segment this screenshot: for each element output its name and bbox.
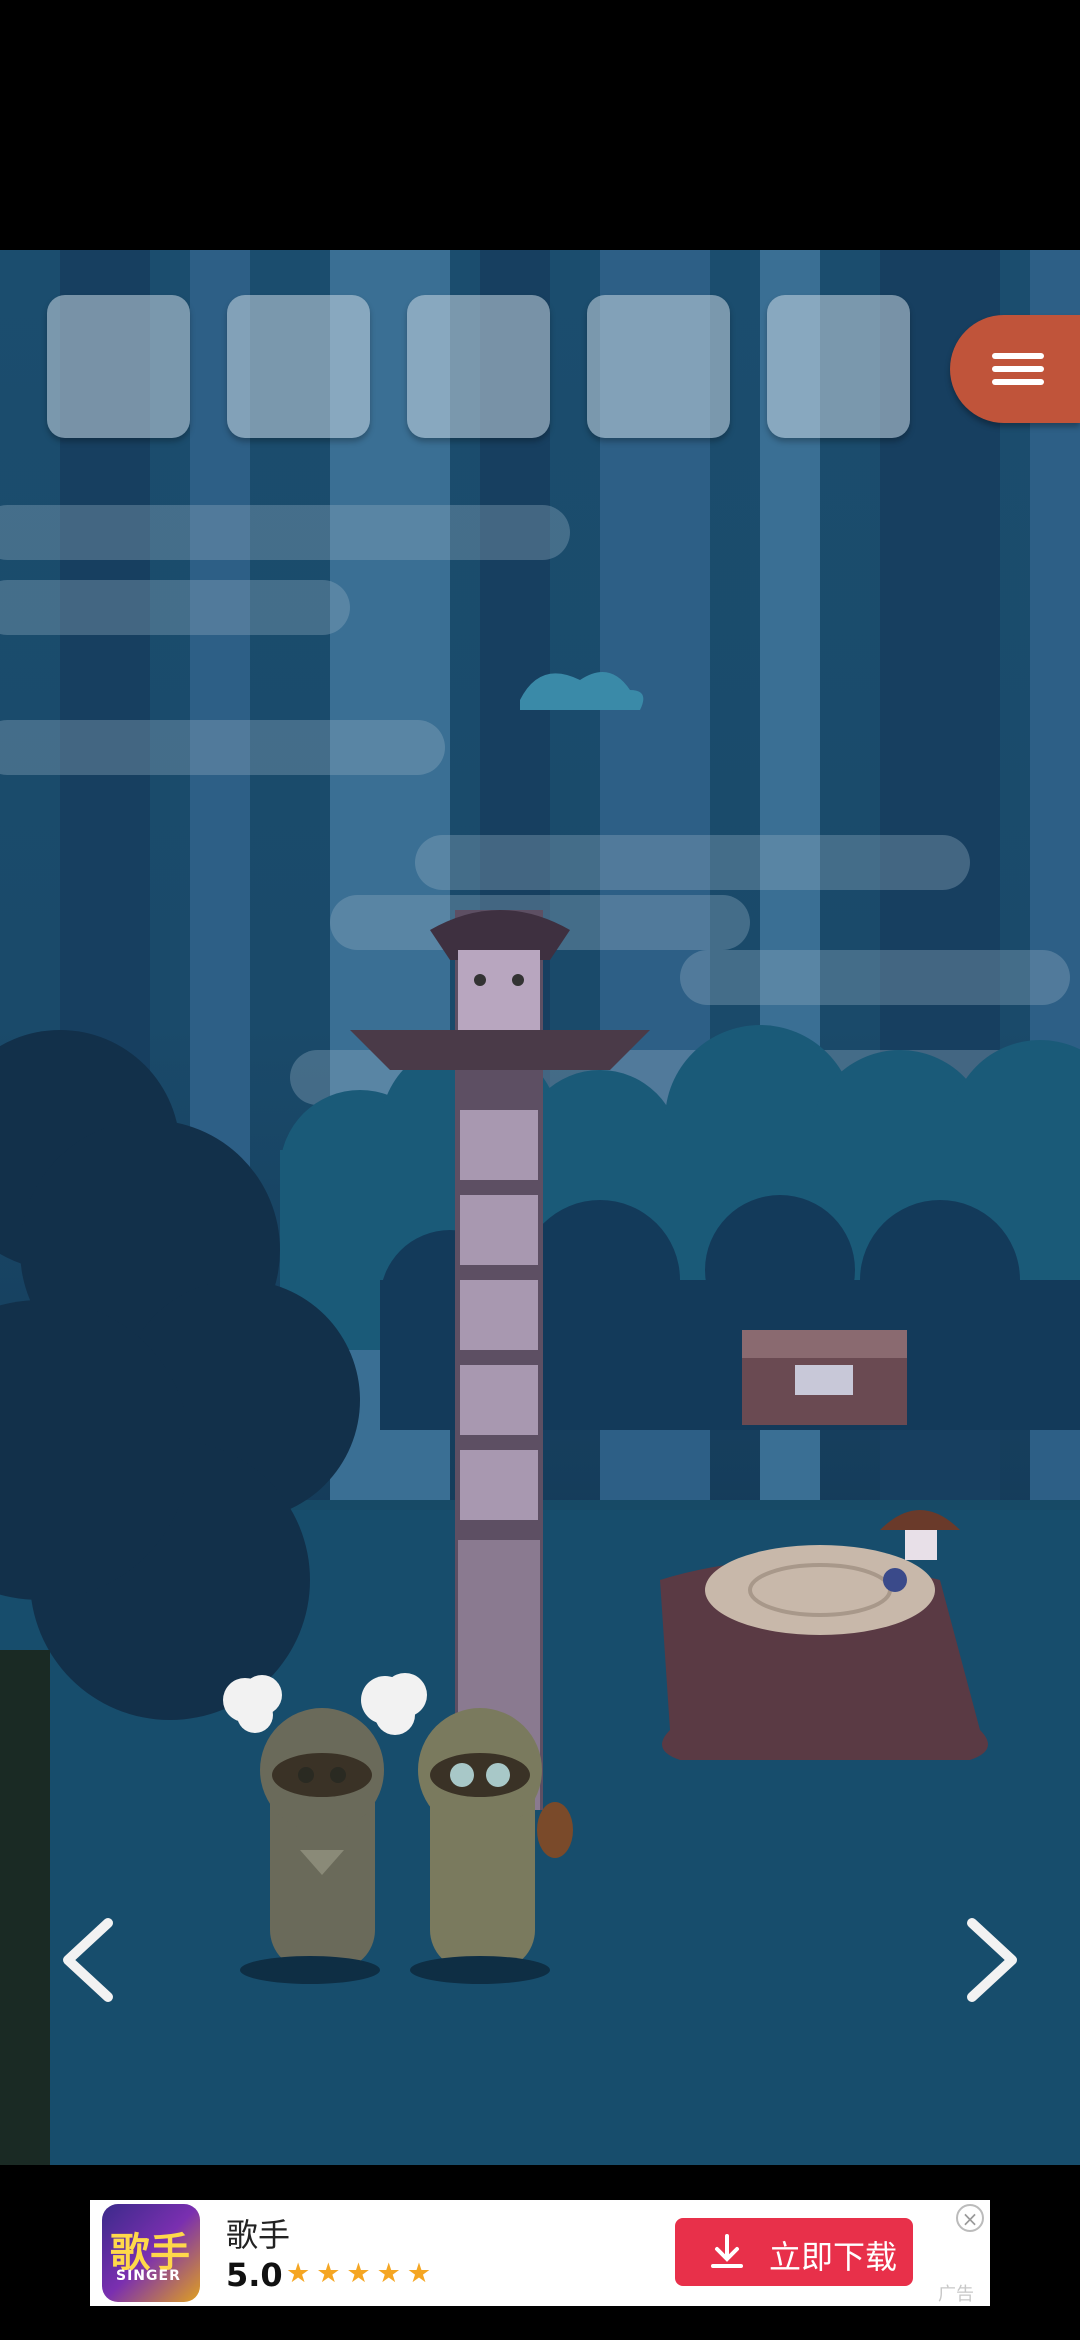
inventory-slot-3[interactable]: [407, 295, 550, 438]
close-icon[interactable]: ×: [956, 2204, 984, 2232]
chevron-left-icon: [63, 1918, 113, 2002]
raccoon-right: [418, 1708, 542, 1970]
cloud: [520, 672, 644, 710]
inventory-slot-5[interactable]: [767, 295, 910, 438]
ad-download-button[interactable]: 立即下载: [675, 2218, 913, 2286]
next-scene-button[interactable]: [950, 1915, 1030, 2005]
ad-app-icon[interactable]: 歌手 SINGER: [102, 2204, 200, 2302]
ad-star-rating: ★★★★★: [286, 2258, 438, 2289]
ad-badge: 广告: [938, 2284, 974, 2305]
prev-scene-button[interactable]: [50, 1915, 130, 2005]
raccoon-left: [260, 1708, 384, 1970]
beetle: [537, 1802, 573, 1858]
ad-download-label: 立即下载: [769, 2238, 898, 2276]
scene-art: [0, 672, 1080, 2165]
ad-rating: 5.0: [226, 2256, 283, 2294]
chevron-right-icon: [967, 1918, 1017, 2002]
ad-icon-subtext: SINGER: [116, 2268, 181, 2284]
inventory-slot-4[interactable]: [587, 295, 730, 438]
inventory-slot-2[interactable]: [227, 295, 370, 438]
download-icon: [711, 2234, 743, 2268]
inventory-slot-1[interactable]: [47, 295, 190, 438]
menu-button[interactable]: [950, 315, 1080, 423]
treasure-chest: [742, 1330, 907, 1425]
ad-app-name: 歌手: [226, 2216, 291, 2254]
ad-banner[interactable]: 歌手 SINGER 歌手 5.0 ★★★★★ 立即下载 × 广告: [90, 2200, 990, 2306]
game-scene[interactable]: [0, 250, 1080, 2165]
